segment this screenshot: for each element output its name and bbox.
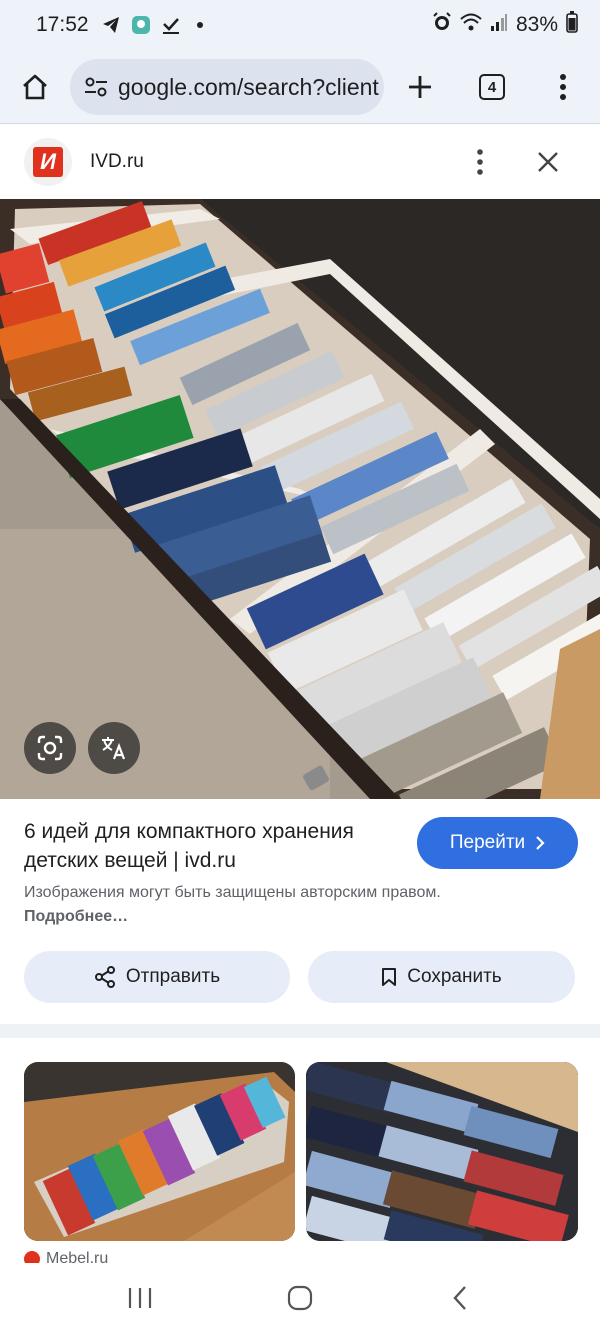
related-image-1-illustration: [24, 1062, 295, 1241]
browser-menu-button[interactable]: [528, 50, 598, 124]
home-nav-button[interactable]: [260, 1268, 340, 1328]
status-right: 83%: [432, 11, 578, 39]
site-settings-icon[interactable]: [82, 73, 110, 101]
google-lens-button[interactable]: [24, 722, 76, 774]
source-more-button[interactable]: [452, 134, 508, 190]
battery-icon: [566, 11, 578, 39]
more-info-link[interactable]: Подробнее…: [24, 908, 128, 925]
source-name[interactable]: IVD.ru: [90, 151, 144, 173]
alarm-icon: [432, 12, 452, 38]
chevron-right-icon: [536, 836, 545, 850]
signal-icon: [490, 12, 508, 38]
bookmark-icon: [382, 968, 397, 986]
new-tab-button[interactable]: [384, 50, 456, 124]
related-image-1[interactable]: [24, 1062, 295, 1241]
save-label: Сохранить: [407, 966, 502, 987]
back-button[interactable]: [420, 1268, 500, 1328]
home-button[interactable]: [0, 50, 70, 124]
wifi-icon: [460, 12, 482, 38]
more-vert-icon: [477, 148, 483, 175]
close-button[interactable]: [520, 134, 576, 190]
related-image-2-illustration: [306, 1062, 578, 1241]
share-button[interactable]: Отправить: [24, 951, 290, 1003]
preview-image[interactable]: [0, 199, 600, 799]
copyright-notice: Изображения могут быть защищены авторски…: [24, 881, 444, 929]
drawer-illustration: [0, 199, 600, 799]
result-title[interactable]: 6 идей для компактного хранения детских …: [24, 817, 404, 875]
goto-label: Перейти: [449, 832, 526, 853]
copyright-text: Изображения могут быть защищены авторски…: [24, 884, 441, 901]
home-icon: [23, 74, 47, 100]
battery-percent: 83%: [515, 13, 558, 36]
url-text: google.com/search?client: [118, 73, 379, 100]
address-bar[interactable]: google.com/search?client: [70, 59, 384, 115]
section-separator: [0, 1024, 600, 1038]
tabs-button[interactable]: 4: [456, 50, 528, 124]
save-button[interactable]: Сохранить: [308, 951, 575, 1003]
goto-button[interactable]: Перейти: [417, 817, 578, 869]
related-image-2[interactable]: [306, 1062, 578, 1241]
status-time: 17:52: [36, 13, 89, 36]
back-icon: [453, 1286, 466, 1310]
recent-apps-icon: [128, 1288, 152, 1308]
share-icon: [94, 966, 115, 988]
home-nav-icon: [287, 1285, 313, 1311]
status-bar: 17:52 83%: [0, 0, 600, 50]
close-icon: [538, 151, 558, 172]
system-nav-bar: [0, 1263, 600, 1333]
recent-apps-button[interactable]: [100, 1268, 180, 1328]
tab-count: 4: [479, 74, 505, 100]
telegram-icon: [101, 15, 121, 35]
share-label: Отправить: [125, 966, 221, 987]
more-vert-icon: [560, 74, 566, 100]
source-header: И IVD.ru: [0, 124, 600, 199]
plus-icon: [409, 76, 431, 98]
favicon-letter: И: [33, 146, 63, 177]
app-notification-icon: [131, 15, 151, 35]
source-favicon: И: [24, 137, 72, 186]
translate-button[interactable]: [88, 722, 140, 774]
translate-icon: [102, 737, 126, 760]
notification-dot-icon: [196, 22, 203, 28]
check-icon: [161, 15, 181, 35]
google-lens-icon: [37, 735, 63, 761]
browser-toolbar: google.com/search?client 4: [0, 50, 600, 124]
